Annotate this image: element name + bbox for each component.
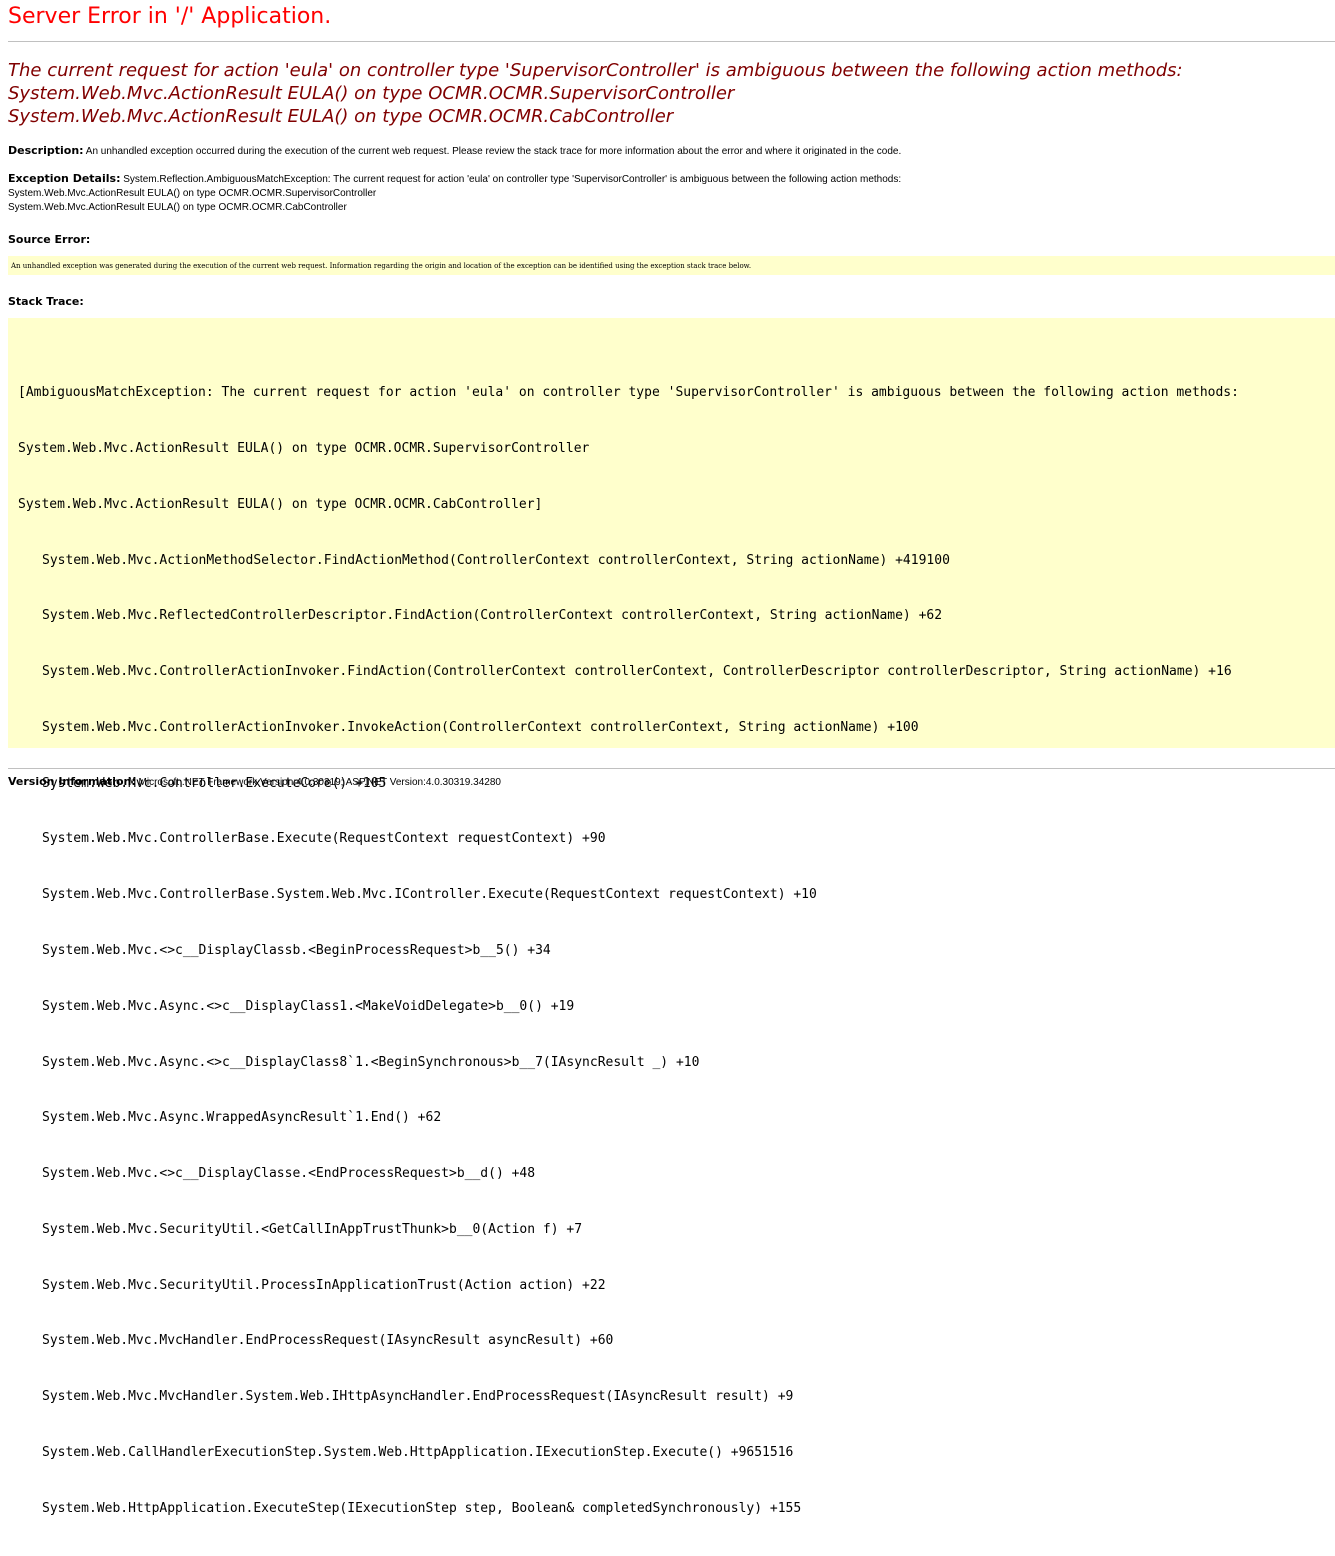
version-info: Version Information: Microsoft .NET Fram…: [8, 775, 1335, 789]
error-page: Server Error in '/' Application. The cur…: [8, 0, 1335, 1516]
stack-frame: System.Web.Mvc.MvcHandler.System.Web.IHt…: [42, 1389, 794, 1405]
stack-trace-heading: Stack Trace:: [8, 290, 84, 309]
source-error-box: An unhandled exception was generated dur…: [8, 256, 1335, 275]
stack-frame: System.Web.Mvc.ReflectedControllerDescri…: [42, 608, 943, 624]
stack-trace-box: [AmbiguousMatchException: The current re…: [8, 318, 1335, 1516]
stack-frame: System.Web.Mvc.ControllerActionInvoker.I…: [42, 719, 919, 735]
exception-message-line: The current request for action 'eula' on…: [8, 60, 1183, 81]
stack-frame: System.Web.Mvc.<>c__DisplayClasse.<EndPr…: [42, 1166, 536, 1182]
stack-frame: System.Web.Mvc.<>c__DisplayClassb.<Begin…: [42, 943, 551, 958]
description-text: An unhandled exception occurred during t…: [85, 146, 902, 157]
stack-frame: System.Web.Mvc.ControllerBase.Execute(Re…: [42, 831, 606, 847]
exception-message: The current request for action 'eula' on…: [8, 59, 1335, 128]
stack-frame: System.Web.Mvc.ControllerBase.System.Web…: [42, 887, 817, 903]
stack-trace-header-line: [AmbiguousMatchException: The current re…: [18, 385, 1239, 401]
source-error-text: An unhandled exception was generated dur…: [11, 262, 752, 270]
exception-details-first-line: Exception Details: System.Reflection.Amb…: [8, 172, 1335, 187]
stack-frame: System.Web.HttpApplication.ExecuteStep(I…: [42, 1500, 802, 1516]
exception-message-line: System.Web.Mvc.ActionResult EULA() on ty…: [8, 83, 735, 104]
title-divider: [8, 41, 1335, 42]
stack-trace: [AmbiguousMatchException: The current re…: [18, 347, 1239, 1556]
stack-trace-header-line: System.Web.Mvc.ActionResult EULA() on ty…: [18, 496, 543, 512]
source-error-heading: Source Error:: [8, 228, 90, 247]
version-info-label: Version Information:: [8, 775, 136, 788]
exception-details-text: System.Reflection.AmbiguousMatchExceptio…: [123, 174, 902, 185]
page-title: Server Error in '/' Application.: [8, 4, 332, 29]
exception-details-label: Exception Details:: [8, 172, 121, 185]
stack-frame: System.Web.Mvc.Async.WrappedAsyncResult`…: [42, 1110, 442, 1126]
stack-frame: System.Web.Mvc.ActionMethodSelector.Find…: [42, 552, 950, 568]
exception-message-line: System.Web.Mvc.ActionResult EULA() on ty…: [8, 106, 674, 127]
exception-details-line: System.Web.Mvc.ActionResult EULA() on ty…: [8, 188, 377, 199]
stack-frame: System.Web.CallHandlerExecutionStep.Syst…: [42, 1445, 794, 1461]
version-info-text: Microsoft .NET Framework Version:4.0.303…: [138, 777, 501, 788]
footer-divider: [8, 768, 1335, 769]
description-section: Description: An unhandled exception occu…: [8, 144, 1335, 158]
stack-frame: System.Web.Mvc.SecurityUtil.<GetCallInAp…: [42, 1221, 583, 1237]
stack-frame: System.Web.Mvc.SecurityUtil.ProcessInApp…: [42, 1277, 606, 1293]
source-error-label: Source Error:: [8, 233, 91, 246]
stack-frame: System.Web.Mvc.Async.<>c__DisplayClass8`…: [42, 1054, 700, 1070]
stack-frame: System.Web.Mvc.MvcHandler.EndProcessRequ…: [42, 1333, 614, 1349]
stack-frame: System.Web.Mvc.Async.<>c__DisplayClass1.…: [42, 998, 575, 1014]
stack-trace-label: Stack Trace:: [8, 295, 84, 308]
exception-details-line: System.Web.Mvc.ActionResult EULA() on ty…: [8, 202, 347, 213]
stack-trace-header-line: System.Web.Mvc.ActionResult EULA() on ty…: [18, 440, 590, 456]
description-label: Description:: [8, 144, 84, 157]
stack-frame: System.Web.Mvc.ControllerActionInvoker.F…: [42, 664, 1232, 680]
exception-details-section: Exception Details: System.Reflection.Amb…: [8, 172, 1335, 215]
